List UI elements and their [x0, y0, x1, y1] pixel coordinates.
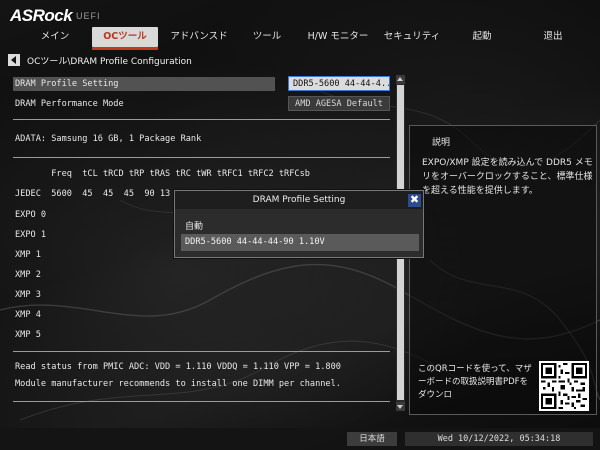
tab-boot[interactable]: 起動	[462, 27, 502, 47]
back-arrow-icon[interactable]	[8, 54, 20, 66]
dram-profile-setting-label[interactable]: DRAM Profile Setting	[13, 77, 275, 91]
dram-performance-mode-label[interactable]: DRAM Performance Mode	[15, 97, 124, 111]
dialog-title: DRAM Profile Setting	[175, 191, 423, 209]
pmic-status: Read status from PMIC ADC: VDD = 1.110 V…	[15, 362, 341, 372]
help-description: EXPO/XMP 設定を読み込んで DDR5 メモリをオーバークロックすること、…	[422, 158, 593, 196]
scroll-up-arrow-icon[interactable]	[396, 75, 405, 84]
timing-row-xmp5: XMP 5	[15, 330, 41, 340]
timing-row-expo0: EXPO 0	[15, 210, 47, 220]
help-title: 説明	[432, 138, 451, 148]
timing-row-jedec: JEDEC 5600 45 45 45 90 13	[15, 189, 171, 199]
language-button[interactable]: 日本語	[347, 432, 397, 446]
datetime-display: Wed 10/12/2022, 05:34:18	[405, 432, 593, 446]
tab-advanced[interactable]: アドバンスド	[164, 27, 234, 47]
timing-row-xmp4: XMP 4	[15, 310, 41, 320]
main-tabs: メイン OCツール アドバンスド ツール H/W モニター セキュリティ 起動 …	[0, 27, 600, 50]
qr-code-icon	[539, 361, 589, 411]
tab-hw-monitor[interactable]: H/W モニター	[300, 27, 376, 47]
tab-main[interactable]: メイン	[32, 27, 78, 47]
timing-header: Freq tCL tRCD tRP tRAS tRC tWR tRFC1 tRF…	[15, 169, 310, 179]
dimm-recommendation: Module manufacturer recommends to instal…	[15, 379, 341, 389]
timing-row-xmp1: XMP 1	[15, 250, 41, 260]
breadcrumb-text: OCツール\DRAM Profile Configuration	[27, 56, 192, 67]
divider	[13, 401, 390, 402]
tab-security[interactable]: セキュリティ	[380, 27, 444, 47]
close-icon[interactable]: ✖	[408, 194, 421, 207]
divider	[13, 157, 390, 158]
tab-tools[interactable]: ツール	[244, 27, 290, 47]
breadcrumb: OCツール\DRAM Profile Configuration	[8, 53, 192, 67]
dram-profile-setting-value[interactable]: DDR5-5600 44-44-4...	[288, 76, 390, 91]
dialog-option-auto[interactable]: 自動	[185, 219, 203, 232]
timing-row-xmp2: XMP 2	[15, 270, 41, 280]
tab-oc-tools[interactable]: OCツール	[92, 27, 158, 50]
dram-profile-dialog: DRAM Profile Setting ✖ 自動 DDR5-5600 44-4…	[174, 190, 424, 258]
brand-sub: UEFI	[76, 11, 101, 21]
tab-exit[interactable]: 退出	[533, 27, 573, 47]
header: ASRock UEFI メイン OCツール アドバンスド ツール H/W モニタ…	[0, 0, 600, 50]
scroll-down-arrow-icon[interactable]	[396, 402, 405, 411]
dialog-option-ddr5-5600[interactable]: DDR5-5600 44-44-44-90 1.10V	[181, 234, 419, 251]
timing-row-xmp3: XMP 3	[15, 290, 41, 300]
divider	[13, 351, 390, 352]
dram-performance-mode-value[interactable]: AMD AGESA Default	[288, 96, 390, 111]
memory-info: ADATA: Samsung 16 GB, 1 Package Rank	[15, 134, 202, 144]
qr-caption: このQRコードを使って、マザーボードの取扱説明書PDFをダウンロ	[418, 364, 532, 400]
brand-logo: ASRock	[10, 6, 73, 25]
timing-row-expo1: EXPO 1	[15, 230, 47, 240]
help-panel: 説明 EXPO/XMP 設定を読み込んで DDR5 メモリをオーバークロックする…	[409, 125, 597, 415]
divider	[13, 119, 390, 120]
